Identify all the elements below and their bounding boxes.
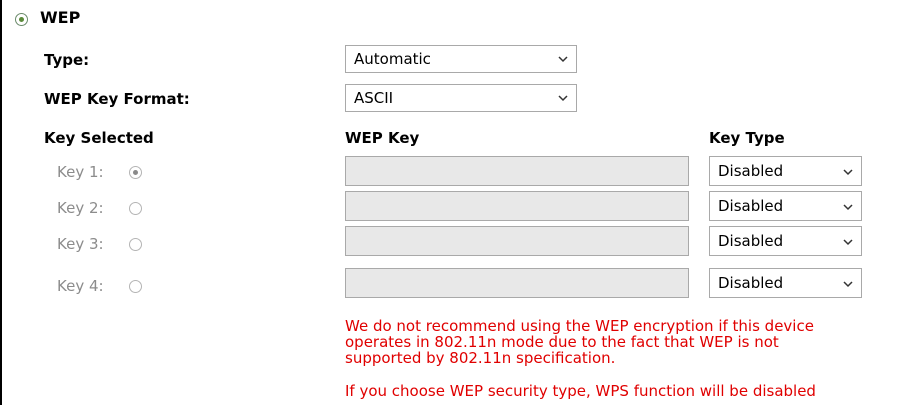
key4-label: Key 4: [57, 277, 104, 295]
wep-warning: We do not recommend using the WEP encryp… [345, 318, 905, 366]
key-selected-header: Key Selected [44, 129, 154, 147]
key-format-label: WEP Key Format: [44, 90, 190, 108]
wep-title: WEP [40, 8, 81, 27]
key3-label: Key 3: [57, 235, 104, 253]
type-value: Automatic [354, 50, 431, 68]
key-format-select[interactable]: ASCII [345, 84, 577, 112]
key1-type-select[interactable]: Disabled [709, 156, 862, 186]
key2-radio[interactable] [129, 202, 142, 215]
key4-radio[interactable] [129, 280, 142, 293]
key3-type-select[interactable]: Disabled [709, 226, 862, 256]
key3-type-value: Disabled [718, 232, 784, 250]
key3-radio[interactable] [129, 238, 142, 251]
key4-type-value: Disabled [718, 274, 784, 292]
key2-input[interactable] [345, 191, 689, 221]
wps-warning: If you choose WEP security type, WPS fun… [345, 382, 816, 400]
key1-label: Key 1: [57, 163, 104, 181]
chevron-down-icon [843, 281, 853, 288]
chevron-down-icon [843, 239, 853, 246]
wep-warning-line1: We do not recommend using the WEP encryp… [345, 317, 814, 335]
wep-key-header: WEP Key [345, 129, 420, 147]
key3-input[interactable] [345, 226, 689, 256]
key2-type-select[interactable]: Disabled [709, 191, 862, 221]
wep-warning-line2: operates in 802.11n mode due to the fact… [345, 333, 779, 351]
key1-radio[interactable] [129, 166, 142, 179]
key2-label: Key 2: [57, 199, 104, 217]
chevron-down-icon [843, 169, 853, 176]
wep-radio[interactable] [15, 13, 28, 26]
key4-type-select[interactable]: Disabled [709, 268, 862, 298]
key-type-header: Key Type [709, 129, 785, 147]
wep-warning-line3: supported by 802.11n specification. [345, 349, 616, 367]
key2-type-value: Disabled [718, 197, 784, 215]
key1-input[interactable] [345, 156, 689, 186]
type-select[interactable]: Automatic [345, 45, 577, 73]
key-format-value: ASCII [354, 89, 394, 107]
chevron-down-icon [558, 95, 568, 102]
type-label: Type: [44, 51, 90, 69]
frame-border [0, 0, 2, 405]
key4-input[interactable] [345, 268, 689, 298]
key1-type-value: Disabled [718, 162, 784, 180]
chevron-down-icon [558, 56, 568, 63]
chevron-down-icon [843, 204, 853, 211]
